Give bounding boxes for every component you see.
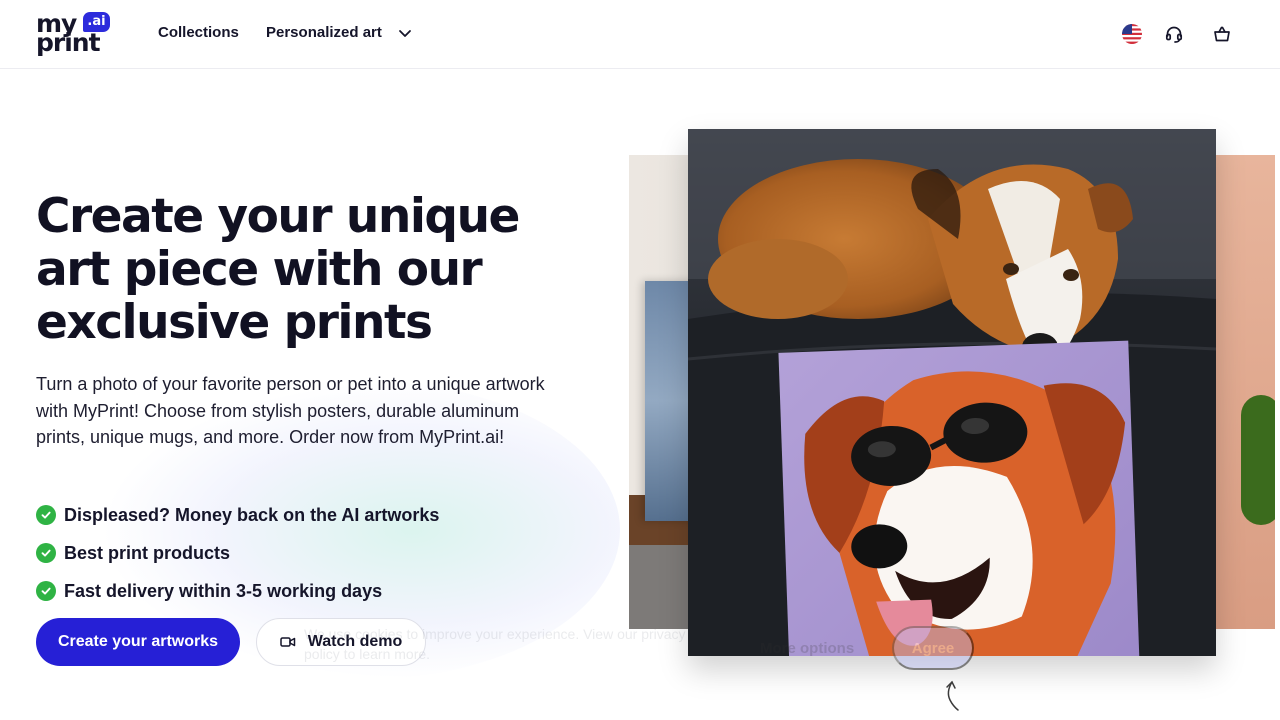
benefit-item: Best print products [36,534,439,572]
benefits-list: Displeased? Money back on the AI artwork… [36,496,439,610]
check-circle-icon [36,543,56,563]
nav-collections-label: Collections [158,24,239,41]
benefit-item: Fast delivery within 3-5 working days [36,572,439,610]
nav-personalized-art-label: Personalized art [266,24,382,41]
cookie-more-options-link[interactable]: More options [760,640,854,657]
hero-headline: Create your unique art piece with our ex… [36,189,520,350]
headset-icon[interactable] [1162,22,1186,46]
logo-text-print: print [36,28,101,57]
nav-personalized-art[interactable]: Personalized art [266,24,412,41]
myprint-logo[interactable]: my .ai print [36,11,112,57]
chevron-down-icon [398,26,412,40]
hero-description: Turn a photo of your favorite person or … [36,374,545,447]
benefit-text: Displeased? Money back on the AI artwork… [64,504,440,525]
us-flag-icon[interactable] [1120,22,1144,46]
plant-image [1241,395,1275,525]
dog-canvas-photo [688,129,1216,656]
video-camera-icon [279,635,296,649]
site-header: my .ai print Collections Personalized ar… [0,0,1280,69]
cookie-agree-button[interactable]: Agree [892,626,974,670]
curved-arrow-icon [940,678,964,719]
create-artworks-button[interactable]: Create your artworks [36,618,240,666]
nav-collections[interactable]: Collections [158,24,239,41]
benefit-text: Fast delivery within 3-5 working days [64,580,383,601]
cookie-banner-text: We use cookies to improve your experienc… [304,626,686,662]
benefit-text: Best print products [64,542,231,563]
check-circle-icon [36,505,56,525]
check-circle-icon [36,581,56,601]
benefit-item: Displeased? Money back on the AI artwork… [36,496,439,534]
cart-icon[interactable] [1210,22,1234,46]
